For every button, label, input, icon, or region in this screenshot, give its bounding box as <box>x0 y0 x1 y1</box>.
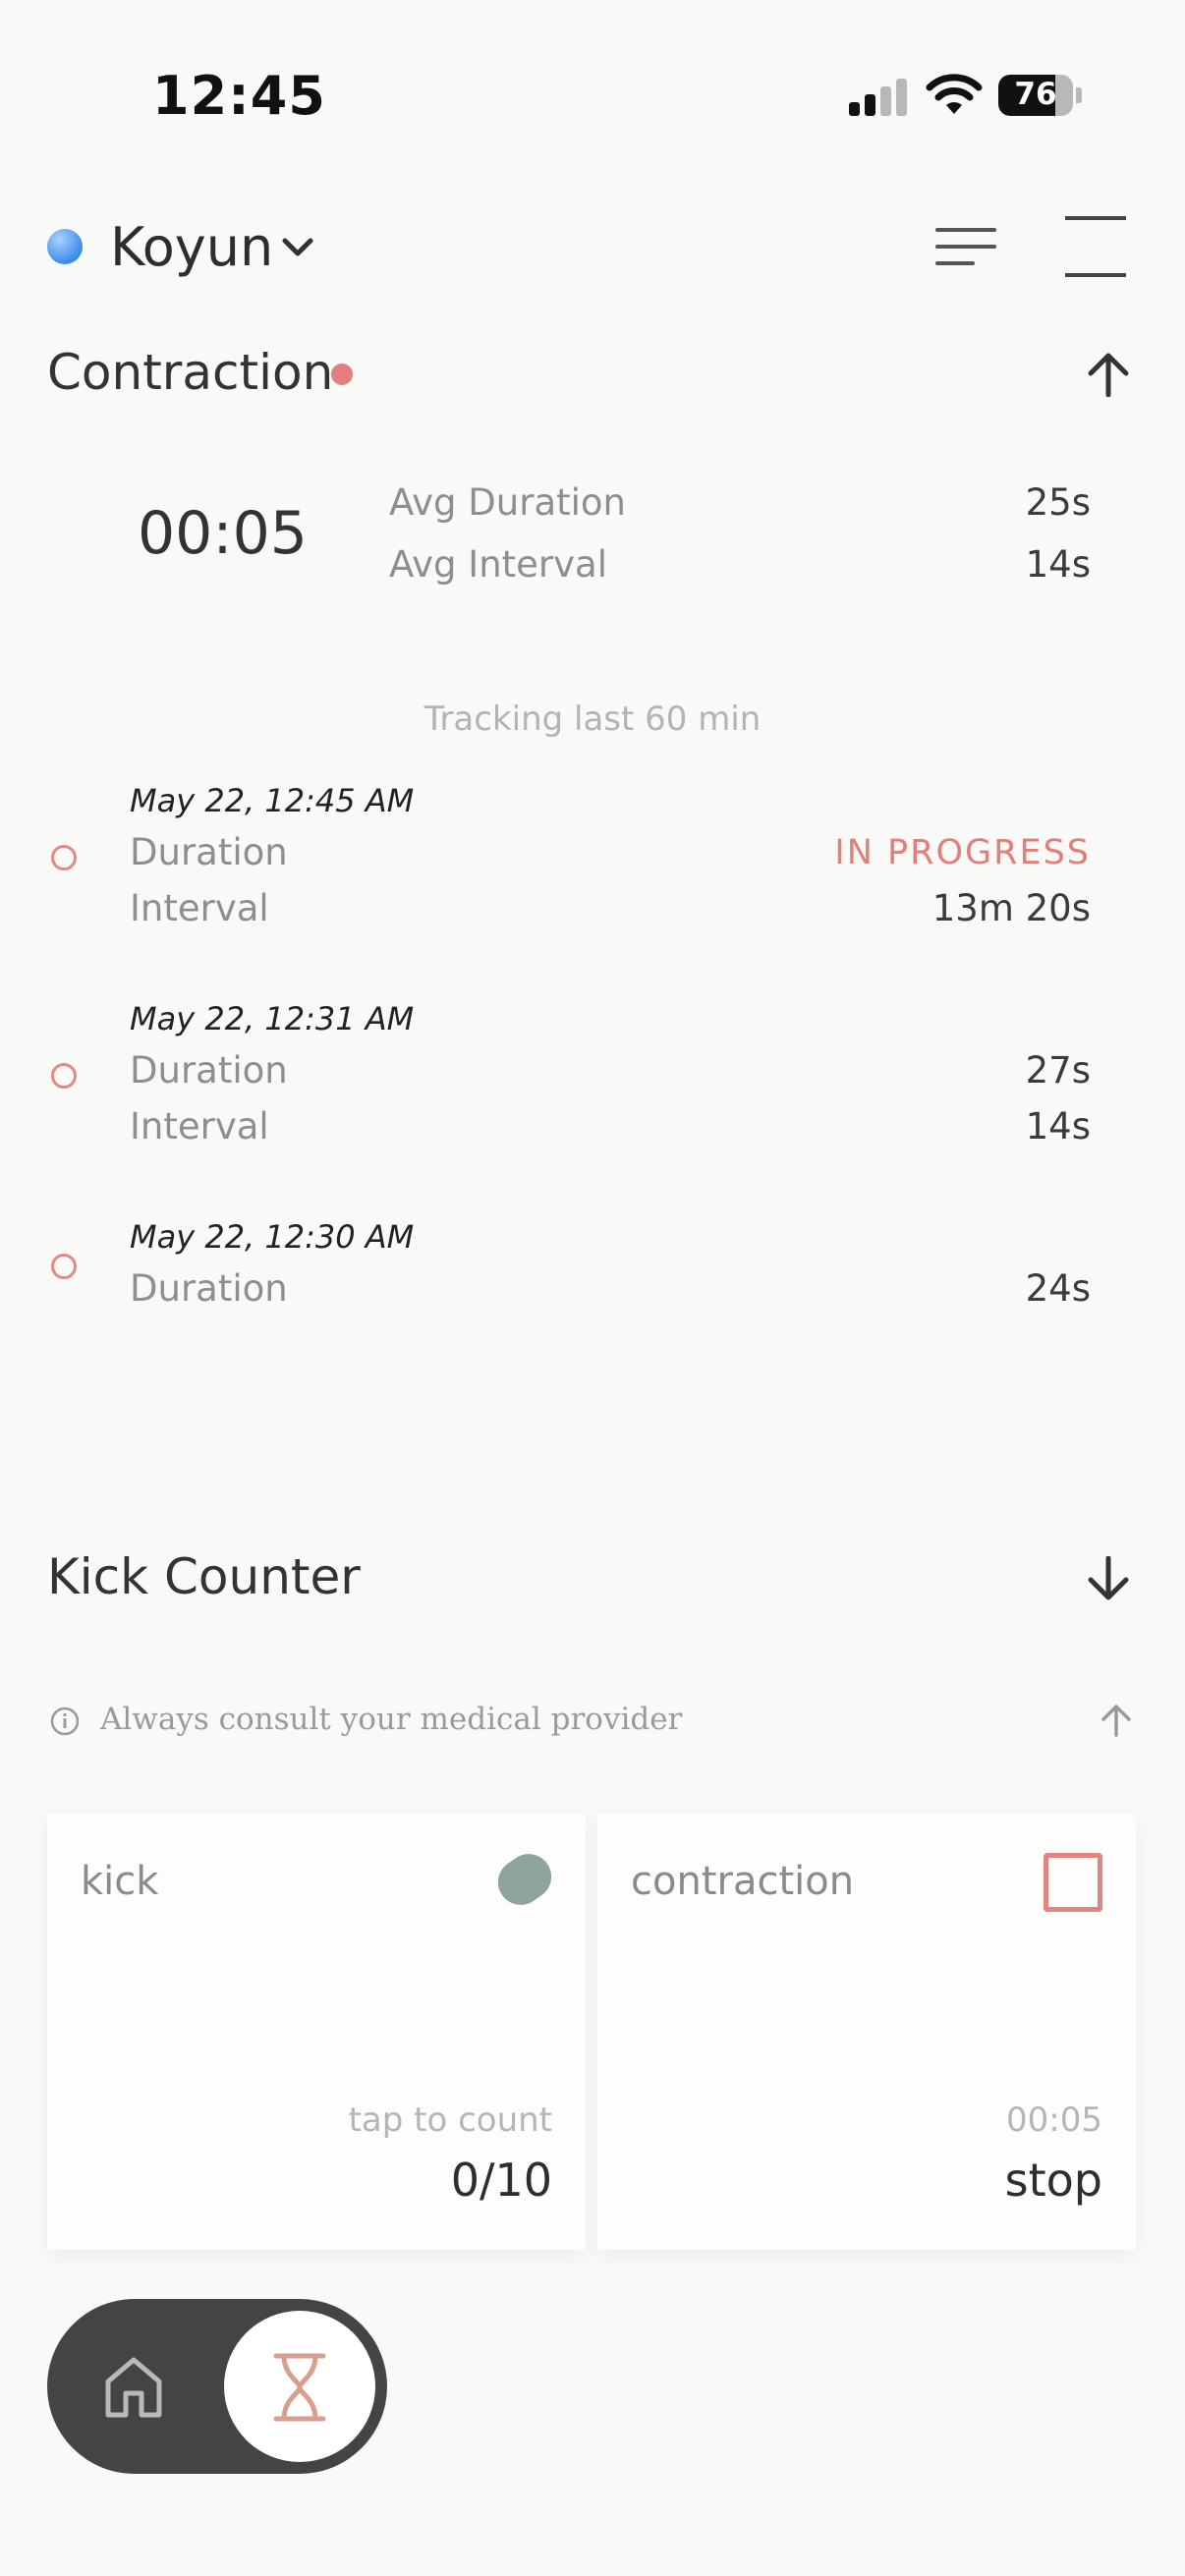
entry-status-badge: IN PROGRESS <box>834 833 1091 872</box>
entry-interval-label: Interval <box>130 887 269 929</box>
entry-marker-icon <box>51 845 77 870</box>
arrow-up-icon[interactable] <box>1099 1704 1134 1737</box>
entry-duration-value: 27s <box>1025 1049 1091 1092</box>
chevron-down-icon[interactable] <box>281 236 314 259</box>
arrow-up-icon[interactable] <box>1085 352 1132 397</box>
entry-marker-icon <box>51 1063 77 1089</box>
entry-marker-icon <box>51 1254 77 1279</box>
avg-duration-value: 25s <box>1025 481 1091 524</box>
section-title-kick-counter: Kick Counter <box>47 1548 361 1605</box>
entry-duration-label: Duration <box>130 1049 288 1092</box>
tab-timer[interactable] <box>224 2311 375 2462</box>
home-icon[interactable] <box>102 2354 165 2419</box>
profile-avatar[interactable] <box>47 229 83 264</box>
recording-indicator <box>331 364 353 385</box>
avg-interval-value: 14s <box>1025 543 1091 586</box>
layout-toggle-icon[interactable] <box>1065 216 1126 277</box>
wifi-icon <box>926 74 983 114</box>
stop-square-icon <box>1044 1853 1102 1912</box>
entry-interval-value: 14s <box>1025 1105 1091 1148</box>
contraction-card-timer: 00:05 <box>1006 2100 1102 2140</box>
tab-bar <box>47 2299 387 2474</box>
kick-card[interactable]: kick tap to count 0/10 <box>47 1814 586 2250</box>
tracking-note: Tracking last 60 min <box>423 700 762 739</box>
entry-date: May 22, 12:31 AM <box>130 1000 415 1037</box>
avg-interval-label: Avg Interval <box>389 543 607 586</box>
stop-label: stop <box>1004 2154 1102 2207</box>
section-title-contraction: Contraction <box>47 344 334 401</box>
contraction-card-title: contraction <box>631 1859 855 1904</box>
hourglass-icon <box>273 2353 326 2422</box>
entry-date: May 22, 12:45 AM <box>130 782 415 819</box>
entry-duration-label: Duration <box>130 831 288 873</box>
info-icon <box>50 1707 80 1736</box>
medical-notice: Always consult your medical provider <box>100 1702 683 1737</box>
contraction-card[interactable]: contraction 00:05 stop <box>597 1814 1136 2250</box>
arrow-down-icon[interactable] <box>1085 1556 1132 1601</box>
profile-name[interactable]: Koyun <box>110 216 273 278</box>
kick-card-title: kick <box>81 1859 159 1904</box>
entry-duration-value: 24s <box>1025 1267 1091 1310</box>
battery-percent: 76 <box>1014 77 1057 112</box>
entry-interval-value: 13m 20s <box>931 887 1091 929</box>
entry-interval-label: Interval <box>130 1105 269 1148</box>
cellular-signal-icon <box>849 79 908 116</box>
entry-date: May 22, 12:30 AM <box>130 1218 415 1256</box>
avg-duration-label: Avg Duration <box>389 481 626 524</box>
status-time: 12:45 <box>152 65 326 127</box>
kick-pill-icon <box>488 1845 561 1914</box>
menu-icon[interactable] <box>935 224 996 269</box>
contraction-timer: 00:05 <box>138 499 308 568</box>
battery-icon: 76 <box>998 75 1082 116</box>
kick-card-hint: tap to count <box>348 2100 552 2140</box>
entry-duration-label: Duration <box>130 1267 288 1310</box>
kick-count: 0/10 <box>450 2154 552 2207</box>
